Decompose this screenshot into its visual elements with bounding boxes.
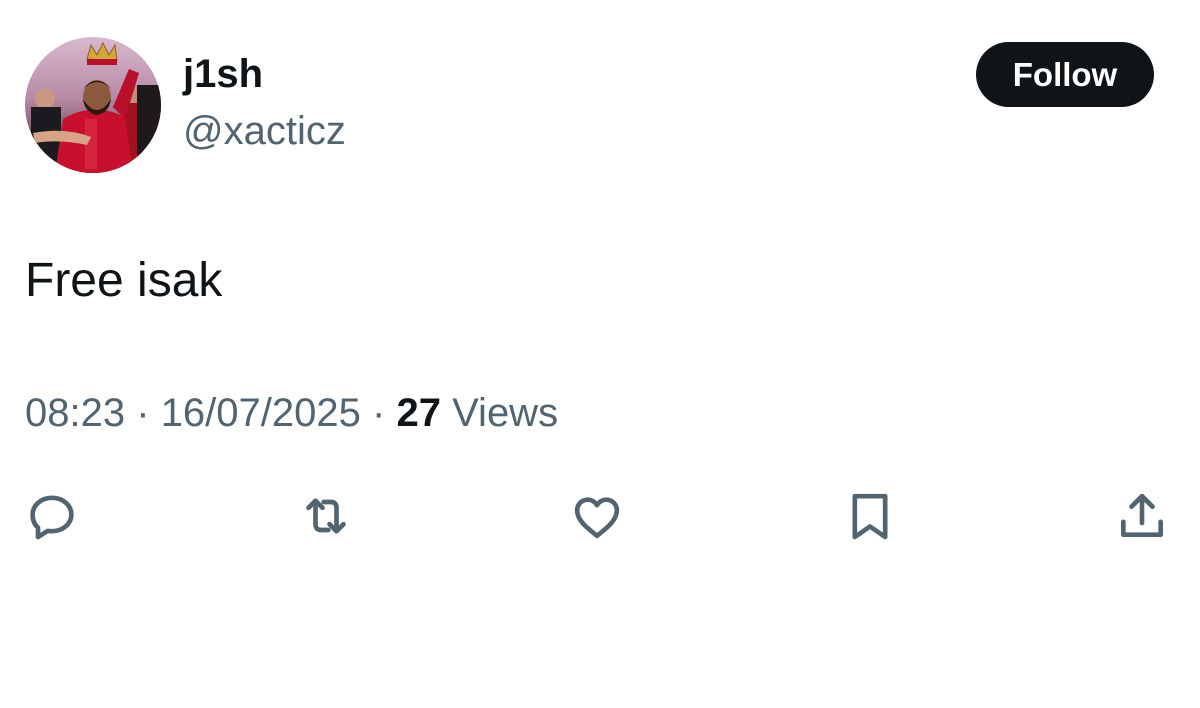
meta-separator: · (372, 391, 386, 435)
tweet-text: Free isak (25, 254, 223, 307)
avatar-image (25, 37, 161, 173)
reply-icon (30, 495, 74, 540)
author-display-name[interactable]: j1sh (183, 50, 263, 98)
like-button[interactable] (567, 486, 627, 546)
share-icon (1121, 493, 1163, 537)
views-count: 27 (396, 391, 441, 435)
reply-button[interactable] (22, 486, 82, 546)
heart-icon (574, 497, 620, 539)
tweet-actions-bar (0, 486, 1200, 546)
retweet-button[interactable] (296, 486, 356, 546)
views-label: Views (452, 391, 559, 435)
retweet-icon (306, 498, 346, 534)
author-handle[interactable]: @xacticz (183, 107, 346, 155)
follow-button[interactable]: Follow (976, 42, 1154, 107)
tweet-time[interactable]: 08:23 (25, 391, 125, 435)
tweet-meta: 08:23 · 16/07/2025 · 27 Views (25, 389, 558, 437)
tweet-date[interactable]: 16/07/2025 (161, 391, 361, 435)
avatar[interactable] (25, 37, 161, 173)
bookmark-button[interactable] (840, 486, 900, 546)
meta-separator: · (136, 391, 150, 435)
share-button[interactable] (1112, 486, 1172, 546)
bookmark-icon (852, 493, 888, 540)
